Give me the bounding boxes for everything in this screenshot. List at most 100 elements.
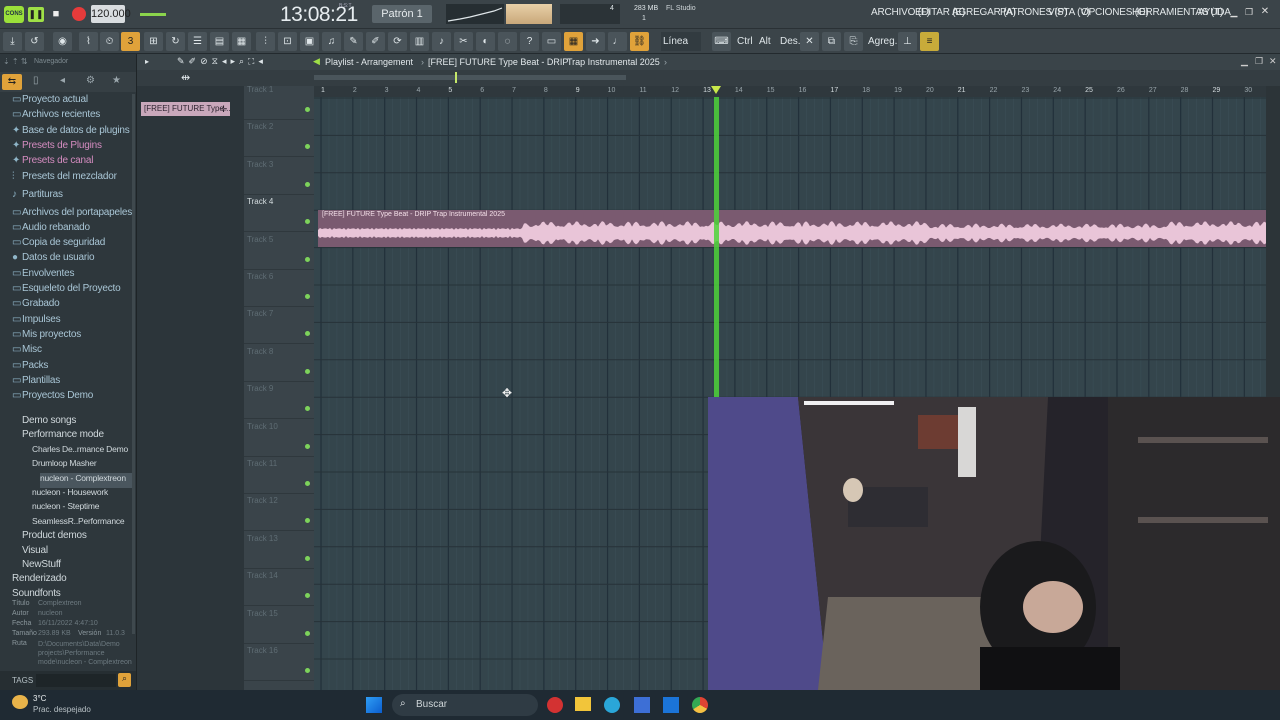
fl-logo[interactable]: CONS xyxy=(4,6,24,23)
browser-subitem[interactable]: SeamlessR..Performance xyxy=(32,516,125,531)
track-mute-led[interactable] xyxy=(305,294,310,299)
settings-icon[interactable]: ⚙ xyxy=(86,75,95,86)
track-mute-led[interactable] xyxy=(305,630,310,636)
track-header[interactable]: Track 4 xyxy=(244,195,314,233)
browser-item[interactable]: ▭Copia de seguridad xyxy=(12,237,105,252)
browser-item[interactable]: ▭Archivos del portapapeles xyxy=(12,207,132,222)
playlist-maximize[interactable]: ❐ xyxy=(1255,56,1263,67)
undo-icon[interactable]: ↺ xyxy=(25,32,44,51)
back-icon[interactable]: ◂ xyxy=(60,75,65,86)
browser-item[interactable]: ⫶ Presets del mezclador xyxy=(12,171,117,186)
browser-subitem[interactable]: Product demos xyxy=(22,530,87,545)
browser-item[interactable]: ● Datos de usuario xyxy=(12,252,95,267)
paint-icon[interactable]: ✐ xyxy=(366,32,385,51)
track-header[interactable]: Track 8 xyxy=(244,345,314,382)
browser-subitem[interactable]: Demo songs xyxy=(22,415,76,430)
close-window-button[interactable]: ✕ xyxy=(1259,6,1271,18)
pattern-picker-icon[interactable]: ⇹ xyxy=(181,71,190,84)
track-mute-led[interactable] xyxy=(305,406,310,412)
track-header[interactable]: Track 11 xyxy=(244,457,314,494)
browser-subitem[interactable]: Visual xyxy=(22,545,48,560)
blend-icon[interactable]: ⊞ xyxy=(144,32,163,51)
add-key[interactable]: Agreg. xyxy=(866,32,899,51)
step-edit-icon[interactable]: 3 xyxy=(121,32,140,51)
track-header[interactable]: Track 7 xyxy=(244,307,314,345)
clipboard-icon[interactable]: ▭ xyxy=(542,32,561,51)
browser-subitem[interactable]: nucleon - Complextreon xyxy=(40,472,132,488)
time-scroll-bar[interactable] xyxy=(314,75,626,80)
tempo-display[interactable]: 120.000 xyxy=(91,5,131,23)
track-mute-led[interactable] xyxy=(305,443,310,449)
chord-icon[interactable]: ♪ xyxy=(432,32,451,51)
plugin-icon[interactable]: ▣ xyxy=(300,32,319,51)
track-header[interactable]: Track 6 xyxy=(244,270,314,307)
star-icon[interactable]: ★ xyxy=(112,75,121,86)
track-mute-led[interactable] xyxy=(305,219,310,225)
browser-all-button[interactable]: ⇆ xyxy=(2,74,22,90)
list-icon[interactable]: ≡ xyxy=(920,32,939,51)
snap-selector[interactable]: Línea xyxy=(661,32,701,51)
fader-icon[interactable]: ⊥ xyxy=(898,32,917,51)
pianoroll-icon[interactable]: ▤ xyxy=(210,32,229,51)
playhead[interactable] xyxy=(713,97,719,397)
chrome-icon[interactable] xyxy=(692,697,708,713)
browser-icon[interactable]: ⊡ xyxy=(278,32,297,51)
track-header[interactable]: Track 13 xyxy=(244,532,314,569)
chat-icon[interactable]: ◌ xyxy=(498,32,517,51)
save-icon[interactable]: ⤓ xyxy=(3,32,22,51)
track-header[interactable]: Track 15 xyxy=(244,607,314,644)
browser-subitem[interactable]: Drumloop Masher xyxy=(32,458,97,473)
track-header[interactable]: Track 10 xyxy=(244,420,314,457)
weather-icon[interactable] xyxy=(12,695,28,709)
menu-ayuda[interactable]: AYUDA xyxy=(1198,7,1231,18)
browser-item[interactable]: ▭Archivos recientes xyxy=(12,109,100,124)
track-mute-led[interactable] xyxy=(305,481,310,486)
restore-button[interactable]: ❐ xyxy=(1243,7,1255,19)
playlist-menu-arrow[interactable]: ▸ xyxy=(145,57,149,66)
track-header[interactable]: Track 14 xyxy=(244,569,314,607)
wait-icon[interactable]: ⌇ xyxy=(79,32,98,51)
keyboard-icon[interactable]: ⌨ xyxy=(712,32,731,51)
browser-item[interactable]: ▭Mis proyectos xyxy=(12,329,81,344)
tags-search-input[interactable] xyxy=(36,674,116,687)
track-header[interactable]: Track 9 xyxy=(244,382,314,420)
browser-subitem[interactable]: nucleon - Steptime xyxy=(32,501,99,516)
browser-subitem[interactable]: Charles De..rmance Demo xyxy=(32,444,128,459)
browser-item[interactable]: ▭Esqueleto del Proyecto xyxy=(12,283,121,298)
countdown-icon[interactable]: ⏲ xyxy=(100,32,119,51)
pattern-selector[interactable]: Patrón 1 xyxy=(372,5,432,23)
track-header[interactable]: Track 1 xyxy=(244,83,314,120)
track-mute-led[interactable] xyxy=(305,518,310,524)
edge-icon[interactable] xyxy=(604,697,620,713)
master-volume-slider[interactable] xyxy=(140,13,166,16)
start-icon[interactable] xyxy=(366,697,382,713)
browser-item[interactable]: ♪ Partituras xyxy=(12,189,63,204)
playlist-close[interactable]: ✕ xyxy=(1269,56,1277,67)
store-icon[interactable] xyxy=(634,697,650,713)
track-mute-led[interactable] xyxy=(305,331,310,337)
browser-item[interactable]: ▭Envolventes xyxy=(12,268,74,283)
browser-item[interactable]: ▭Plantillas xyxy=(12,375,60,390)
track-mute-led[interactable] xyxy=(305,107,310,112)
time-scroll-marker[interactable] xyxy=(455,72,457,83)
track-mute-led[interactable] xyxy=(305,181,310,187)
track-mute-led[interactable] xyxy=(305,555,310,561)
browser-item[interactable]: ▭Impulses xyxy=(12,314,61,329)
mic-icon[interactable]: ◐ xyxy=(476,32,495,51)
refresh-icon[interactable]: ⟳ xyxy=(388,32,407,51)
minimize-button[interactable]: ▁ xyxy=(1228,7,1240,19)
playhead-marker[interactable] xyxy=(710,86,721,94)
search-icon[interactable]: ⌕ xyxy=(118,673,131,687)
track-header[interactable]: Track 16 xyxy=(244,644,314,681)
browser-item[interactable]: ▭Packs xyxy=(12,360,48,375)
loop-icon[interactable]: ↻ xyxy=(166,32,185,51)
alt-key[interactable]: Alt xyxy=(757,32,773,51)
browser-subitem[interactable]: Performance mode xyxy=(22,429,104,444)
file-icon[interactable]: ▯ xyxy=(33,75,39,86)
metronome-icon[interactable]: ◉ xyxy=(53,32,72,51)
playlist-play-icon[interactable]: ◀ xyxy=(313,56,320,67)
browser-item[interactable]: ▭Grabado xyxy=(12,298,60,313)
timeline-ruler[interactable]: 1 2 3 4 5 6 7 8 9 10 11 12 13 14 15 16 17 18 19 20 21 22 23 24 2… xyxy=(314,86,1266,97)
taskbar-search[interactable]: ⌕ Buscar xyxy=(392,694,538,716)
ctrl-key[interactable]: Ctrl xyxy=(735,32,755,51)
